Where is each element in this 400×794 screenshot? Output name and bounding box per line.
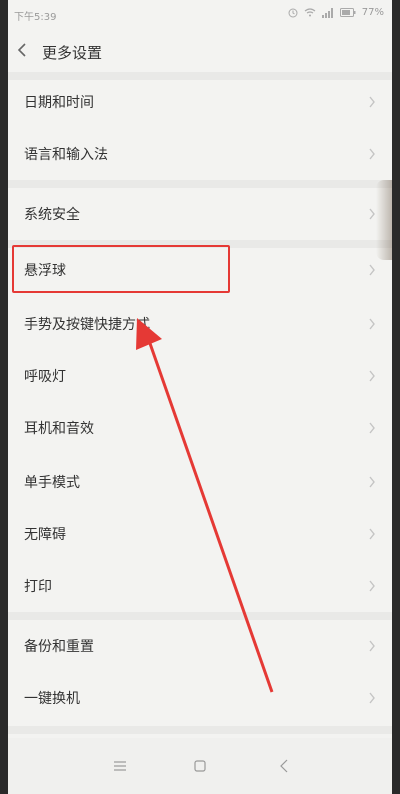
- settings-item-backup-reset[interactable]: 备份和重置: [8, 620, 392, 672]
- settings-item-date-time[interactable]: 日期和时间: [8, 76, 392, 128]
- chevron-right-icon: [368, 476, 376, 488]
- settings-item-headphones-sound[interactable]: 耳机和音效: [8, 402, 392, 454]
- page-title: 更多设置: [42, 44, 103, 62]
- chevron-right-icon: [368, 318, 376, 330]
- item-label: 语言和输入法: [24, 147, 108, 163]
- section-divider: [8, 612, 392, 620]
- highlight-box: [12, 245, 230, 293]
- settings-item-language-input[interactable]: 语言和输入法: [8, 128, 392, 180]
- chevron-right-icon: [368, 370, 376, 382]
- settings-item-system-security[interactable]: 系统安全: [8, 188, 392, 240]
- status-time: 下午5:39: [14, 12, 57, 23]
- menu-icon[interactable]: [110, 756, 130, 776]
- item-label: 一键换机: [24, 691, 80, 707]
- chevron-right-icon: [368, 264, 376, 276]
- system-nav-bar: [8, 738, 392, 794]
- battery-percent: 77%: [361, 7, 384, 18]
- settings-item-print[interactable]: 打印: [8, 560, 392, 612]
- chevron-right-icon: [368, 640, 376, 652]
- nav-header: 更多设置: [8, 28, 392, 72]
- section-divider: [8, 726, 392, 734]
- finger-shadow: [376, 180, 392, 260]
- chevron-right-icon: [368, 580, 376, 592]
- chevron-right-icon: [368, 692, 376, 704]
- item-label: 单手模式: [24, 475, 80, 491]
- item-label: 系统安全: [24, 207, 80, 223]
- chevron-right-icon: [368, 208, 376, 220]
- item-label: 耳机和音效: [24, 421, 94, 437]
- home-square-icon[interactable]: [190, 756, 210, 776]
- settings-item-gesture-shortcuts[interactable]: 手势及按键快捷方式: [8, 298, 392, 350]
- status-bar: 下午5:39 77%: [8, 0, 392, 28]
- chevron-right-icon: [368, 96, 376, 108]
- item-label: 呼吸灯: [24, 369, 66, 385]
- battery-icon: [339, 8, 356, 17]
- back-icon[interactable]: [274, 756, 294, 776]
- chevron-left-icon[interactable]: [16, 42, 28, 58]
- settings-screen: 下午5:39 77% 更多设置 日期和时间 语言和输入法 系统安全 悬浮球 手势…: [8, 0, 392, 794]
- section-divider: [8, 180, 392, 188]
- item-label: 日期和时间: [24, 95, 94, 111]
- wifi-icon: [304, 8, 316, 17]
- signal-icon: [321, 7, 333, 18]
- item-label: 无障碍: [24, 527, 66, 543]
- settings-item-phone-transfer[interactable]: 一键换机: [8, 672, 392, 724]
- item-label: 备份和重置: [24, 639, 94, 655]
- item-label: 打印: [24, 579, 52, 595]
- settings-item-one-hand-mode[interactable]: 单手模式: [8, 456, 392, 508]
- settings-item-accessibility[interactable]: 无障碍: [8, 508, 392, 560]
- item-label: 手势及按键快捷方式: [24, 317, 150, 333]
- settings-item-breathing-light[interactable]: 呼吸灯: [8, 350, 392, 402]
- status-icons: 77%: [288, 7, 384, 18]
- chevron-right-icon: [368, 528, 376, 540]
- alarm-icon: [288, 8, 298, 17]
- chevron-right-icon: [368, 148, 376, 160]
- chevron-right-icon: [368, 422, 376, 434]
